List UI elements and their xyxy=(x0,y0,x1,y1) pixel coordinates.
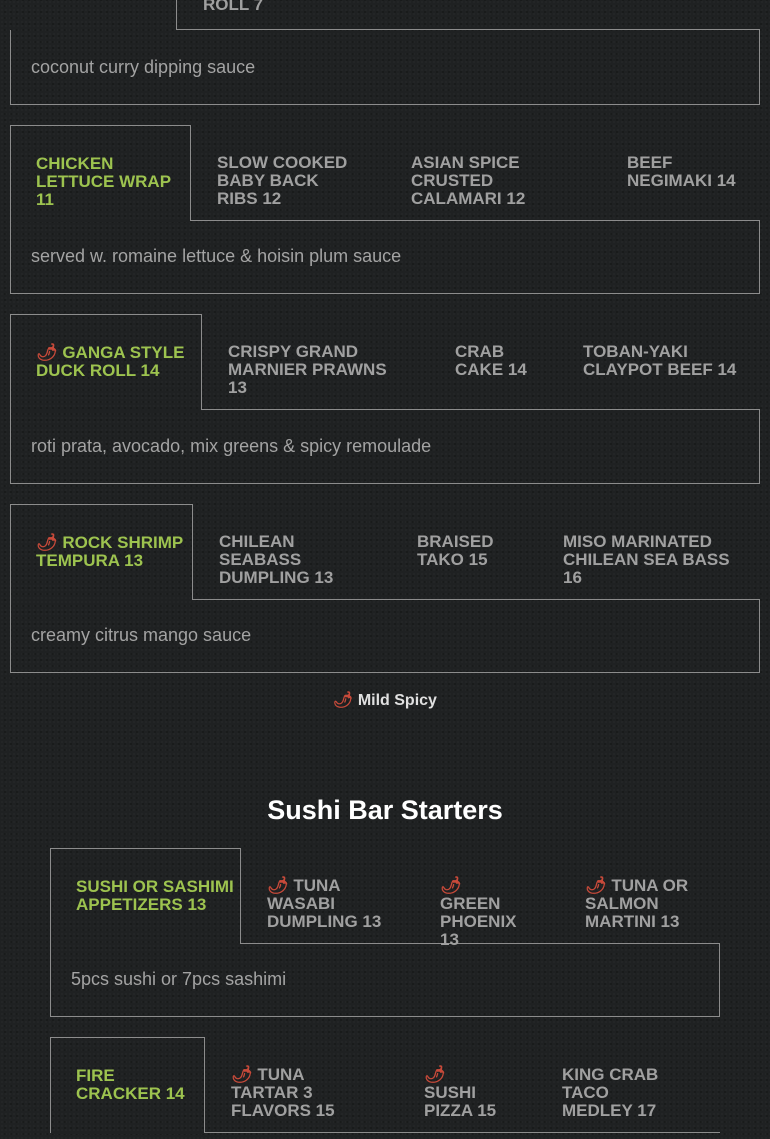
menu-group-4: SUSHI OR SASHIMI APPETIZERS 13 🌶 TUNA WA… xyxy=(50,848,720,1017)
tab-panel: roti prata, avocado, mix greens & spicy … xyxy=(10,409,760,484)
section-title: Sushi Bar Starters xyxy=(267,795,503,825)
chili-pepper-icon: 🌶 xyxy=(440,876,462,895)
tab-item[interactable]: CHILEAN SEABASS DUMPLING 13 xyxy=(194,504,344,600)
tab-label: BRAISED TAKO 15 xyxy=(417,532,494,569)
tab-row: CHICKEN LETTUCE WRAP 11 SLOW COOKED BABY… xyxy=(10,125,760,222)
chili-pepper-icon: 🌶 xyxy=(424,1065,446,1084)
tab-panel: creamy citrus mango sauce xyxy=(10,599,760,673)
tab-item[interactable]: SLOW COOKED BABY BACK RIBS 12 xyxy=(192,125,362,221)
tab-label: CRAB CAKE 14 xyxy=(455,342,527,379)
tab-label: KING CRAB TACO MEDLEY 17 xyxy=(562,1065,659,1120)
menu-group-2: 🌶 GANGA STYLE DUCK ROLL 14 CRISPY GRAND … xyxy=(10,314,760,484)
tab-label: MISO MARINATED CHILEAN SEA BASS 16 xyxy=(563,532,730,587)
spicy-legend: 🌶 Mild Spicy xyxy=(0,690,770,710)
tab-item[interactable]: CRAB CAKE 14 xyxy=(430,314,530,410)
tab-item[interactable]: BRAISED TAKO 15 xyxy=(392,504,494,600)
tab-item[interactable]: KING CRAB TACO MEDLEY 17 xyxy=(537,1037,677,1133)
tab-label: CHILEAN SEABASS DUMPLING 13 xyxy=(219,532,334,587)
tab-item[interactable]: SUSHI OR SASHIMI APPETIZERS 13 xyxy=(50,848,241,945)
item-description: served w. romaine lettuce & hoisin plum … xyxy=(31,246,402,266)
tab-label: FIRE CRACKER 14 xyxy=(76,1066,185,1103)
tab-label: BEEF NEGIMAKI 14 xyxy=(627,153,736,190)
tab-row: SUSHI OR SASHIMI APPETIZERS 13 🌶 TUNA WA… xyxy=(50,848,720,949)
tab-label: GREEN PHOENIX 13 xyxy=(440,894,517,949)
tab-item[interactable]: FIRE CRACKER 14 xyxy=(50,1037,205,1134)
tab-item[interactable]: CRISPY GRAND MARNIER PRAWNS 13 xyxy=(203,314,393,410)
tab-row: FIRE CRACKER 14 🌶 TUNA TARTAR 3 FLAVORS … xyxy=(50,1037,720,1134)
menu-group-3: 🌶 ROCK SHRIMP TEMPURA 13 CHILEAN SEABASS… xyxy=(10,504,760,673)
tab-row: 🌶 ROCK SHRIMP TEMPURA 13 CHILEAN SEABASS… xyxy=(10,504,760,601)
tab-label: SUSHI OR SASHIMI APPETIZERS 13 xyxy=(76,877,234,914)
menu-group-0: ROLL 7 coconut curry dipping sauce xyxy=(10,0,760,105)
item-description: creamy citrus mango sauce xyxy=(31,625,252,645)
menu-group-5: FIRE CRACKER 14 🌶 TUNA TARTAR 3 FLAVORS … xyxy=(50,1037,720,1139)
tab-item[interactable]: ASIAN SPICE CRUSTED CALAMARI 12 xyxy=(386,125,546,221)
chili-pepper-icon: 🌶 xyxy=(231,1065,253,1084)
tab-item[interactable]: 🌶 GANGA STYLE DUCK ROLL 14 xyxy=(10,314,202,411)
item-description: coconut curry dipping sauce xyxy=(31,56,256,77)
chili-pepper-icon: 🌶 xyxy=(267,876,289,895)
tab-label: GANGA STYLE DUCK ROLL 14 xyxy=(36,343,185,380)
chili-pepper-icon: 🌶 xyxy=(333,692,354,709)
item-description: 5pcs sushi or 7pcs sashimi xyxy=(71,969,287,989)
tab-item[interactable]: MISO MARINATED CHILEAN SEA BASS 16 xyxy=(538,504,738,600)
menu-group-1: CHICKEN LETTUCE WRAP 11 SLOW COOKED BABY… xyxy=(10,125,760,294)
tab-row: 🌶 GANGA STYLE DUCK ROLL 14 CRISPY GRAND … xyxy=(10,314,760,411)
tab-item[interactable]: TOBAN-YAKI CLAYPOT BEEF 14 xyxy=(558,314,758,410)
tab-label: SUSHI PIZZA 15 xyxy=(424,1083,497,1120)
tab-label: ROLL 7 xyxy=(203,0,264,14)
chili-pepper-icon: 🌶 xyxy=(585,876,607,895)
tab-row: ROLL 7 xyxy=(10,0,760,30)
tab-label: ROCK SHRIMP TEMPURA 13 xyxy=(36,533,183,570)
tab-left-edge xyxy=(176,0,177,30)
item-description: roti prata, avocado, mix greens & spicy … xyxy=(31,435,432,456)
tab-panel: served w. romaine lettuce & hoisin plum … xyxy=(10,220,760,294)
chili-pepper-icon: 🌶 xyxy=(36,533,58,552)
tab-item[interactable]: BEEF NEGIMAKI 14 xyxy=(602,125,742,221)
tab-item[interactable]: 🌶 ROCK SHRIMP TEMPURA 13 xyxy=(10,504,193,601)
tab-label: CRISPY GRAND MARNIER PRAWNS 13 xyxy=(228,342,387,397)
tab-label: ASIAN SPICE CRUSTED CALAMARI 12 xyxy=(411,153,526,208)
tab-panel: coconut curry dipping sauce xyxy=(10,30,760,105)
legend-text: Mild Spicy xyxy=(357,692,437,709)
tab-item[interactable]: 🌶 TUNA WASABI DUMPLING 13 xyxy=(242,848,392,944)
tab-label: CHICKEN LETTUCE WRAP 11 xyxy=(36,154,171,209)
tab-item[interactable]: 🌶 TUNA TARTAR 3 FLAVORS 15 xyxy=(206,1037,356,1133)
tab-panel: 5pcs sushi or 7pcs sashimi xyxy=(50,943,720,1017)
tab-item[interactable]: 🌶 GREEN PHOENIX 13 xyxy=(415,848,525,949)
tab-item[interactable]: ROLL 7 xyxy=(178,0,378,30)
tab-item[interactable]: CHICKEN LETTUCE WRAP 11 xyxy=(10,125,191,222)
tab-label: TOBAN-YAKI CLAYPOT BEEF 14 xyxy=(583,342,737,379)
tab-label: SLOW COOKED BABY BACK RIBS 12 xyxy=(217,153,348,208)
tab-item[interactable]: 🌶 SUSHI PIZZA 15 xyxy=(399,1037,499,1133)
chili-pepper-icon: 🌶 xyxy=(36,343,58,362)
tab-item[interactable]: 🌶 TUNA OR SALMON MARTINI 13 xyxy=(560,848,700,944)
